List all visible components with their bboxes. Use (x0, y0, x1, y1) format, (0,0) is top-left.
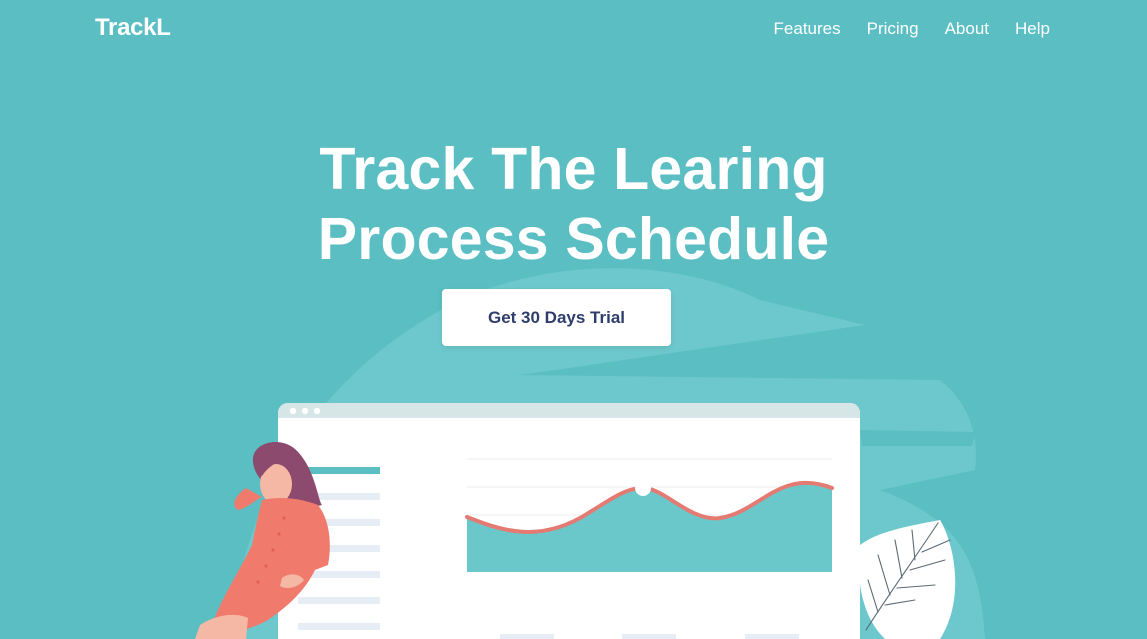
footer-bar-2 (622, 634, 676, 639)
footer-bar-3 (745, 634, 799, 639)
footer-bar-1 (500, 634, 554, 639)
browser-title-bar (278, 403, 860, 418)
person-arm-raised (234, 488, 262, 510)
dress-button-3 (271, 548, 275, 552)
leaf-graphic (858, 520, 956, 639)
window-dot-1 (289, 407, 297, 415)
dress-button-5 (256, 580, 260, 584)
window-dot-3 (313, 407, 321, 415)
get-trial-button[interactable]: Get 30 Days Trial (442, 289, 671, 346)
leaf-shape (858, 520, 956, 639)
sidebar-row-5 (298, 597, 380, 604)
person-leg (195, 614, 248, 639)
chart-marker-point (635, 480, 651, 496)
browser-window-graphic (278, 403, 860, 639)
window-dot-2 (301, 407, 309, 415)
dress-button-4 (264, 564, 268, 568)
hero-section: TrackL Features Pricing About Help Track… (0, 0, 1147, 639)
dress-button-2 (277, 532, 281, 536)
sidebar-row-6 (298, 623, 380, 630)
dress-button-1 (282, 516, 286, 520)
